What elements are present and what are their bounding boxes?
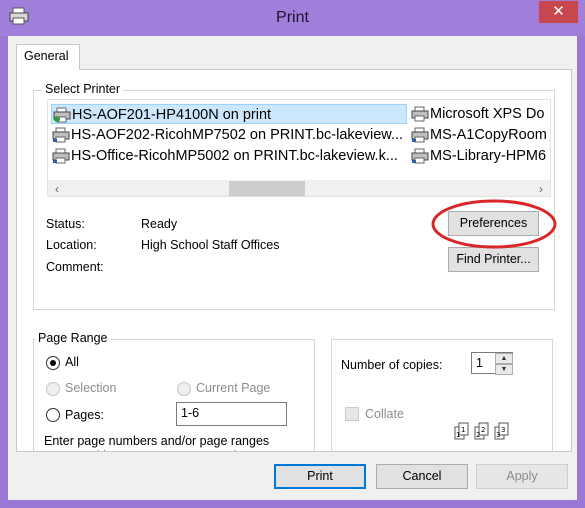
- title-bar[interactable]: Print ✕: [0, 0, 585, 36]
- printer-name: HS-AOF201-HP4100N on print: [72, 107, 272, 123]
- svg-text:2: 2: [481, 426, 485, 434]
- printer-name: HS-AOF202-RicohMP7502 on PRINT.bc-lakevi…: [71, 127, 404, 143]
- printer-item[interactable]: HS-AOF201-HP4100N on print: [51, 104, 407, 124]
- printer-item[interactable]: MS-Library-HPM6: [410, 146, 550, 166]
- general-tab-panel: Select Printer HS-AOF201-HP4100N on prin…: [16, 69, 572, 452]
- scrollbar-thumb[interactable]: [229, 181, 305, 196]
- copies-label: Number of copies:: [341, 358, 443, 372]
- window-title: Print: [276, 9, 309, 26]
- svg-text:2: 2: [476, 431, 480, 439]
- location-label: Location:: [46, 238, 97, 252]
- page-range-title: Page Range: [35, 331, 111, 345]
- copies-down-icon[interactable]: ▼: [495, 364, 513, 375]
- highlight-circle-annotation: [431, 199, 557, 249]
- cancel-button[interactable]: Cancel: [376, 464, 468, 489]
- svg-text:1: 1: [456, 431, 460, 439]
- radio-all-label: All: [65, 355, 79, 369]
- dialog-client-area: General Select Printer HS-AOF201-HP4100N…: [8, 36, 577, 500]
- radio-pages-label: Pages:: [65, 408, 104, 422]
- print-button[interactable]: Print: [274, 464, 366, 489]
- printer-network-icon: [411, 148, 429, 164]
- copies-up-icon[interactable]: ▲: [495, 353, 513, 364]
- printer-name: MS-Library-HPM6: [430, 148, 547, 164]
- comment-label: Comment:: [46, 260, 104, 274]
- printer-name: Microsoft XPS Do: [430, 106, 545, 122]
- printer-default-icon: [53, 107, 71, 123]
- collate-checkbox: [345, 407, 359, 421]
- collate-pages-icon: 11 22 33: [454, 422, 509, 440]
- svg-text:1: 1: [461, 426, 465, 434]
- printer-network-icon: [52, 127, 70, 143]
- select-printer-title: Select Printer: [42, 82, 124, 96]
- status-value: Ready: [141, 217, 178, 231]
- page-range-description: Enter page numbers and/or page ranges se…: [44, 434, 270, 451]
- printer-icon: [411, 106, 429, 122]
- tab-general[interactable]: General: [16, 44, 80, 70]
- radio-current-page: [177, 382, 191, 396]
- printer-item[interactable]: Microsoft XPS Do: [410, 104, 550, 124]
- svg-text:3: 3: [496, 431, 500, 439]
- radio-all[interactable]: [46, 356, 60, 370]
- close-icon: ✕: [552, 3, 565, 20]
- radio-selection: [46, 382, 60, 396]
- scroll-left-icon[interactable]: ‹: [48, 180, 66, 196]
- print-dialog-window: Print ✕ General Select Printer HS-AOF201…: [0, 0, 585, 508]
- printer-item[interactable]: HS-Office-RicohMP5002 on PRINT.bc-lakevi…: [51, 146, 407, 166]
- printer-name: MS-A1CopyRoom: [430, 127, 547, 143]
- printer-list-scrollbar[interactable]: ‹ ›: [48, 180, 550, 196]
- printer-list[interactable]: HS-AOF201-HP4100N on print HS-AOF202-Ric…: [47, 99, 551, 197]
- printer-item[interactable]: MS-A1CopyRoom: [410, 125, 550, 145]
- status-label: Status:: [46, 217, 85, 231]
- collate-label: Collate: [365, 407, 404, 421]
- printer-item[interactable]: HS-AOF202-RicohMP7502 on PRINT.bc-lakevi…: [51, 125, 407, 145]
- printer-network-icon: [411, 127, 429, 143]
- close-button[interactable]: ✕: [539, 1, 578, 23]
- scroll-right-icon[interactable]: ›: [532, 180, 550, 196]
- svg-text:3: 3: [501, 426, 505, 434]
- radio-pages[interactable]: [46, 408, 60, 422]
- pages-input[interactable]: 1-6: [176, 402, 287, 426]
- printer-network-icon: [52, 148, 70, 164]
- location-value: High School Staff Offices: [141, 238, 280, 252]
- printer-name: HS-Office-RicohMP5002 on PRINT.bc-lakevi…: [71, 148, 398, 164]
- radio-selection-label: Selection: [65, 381, 117, 395]
- radio-current-page-label: Current Page: [196, 381, 271, 395]
- apply-button: Apply: [476, 464, 568, 489]
